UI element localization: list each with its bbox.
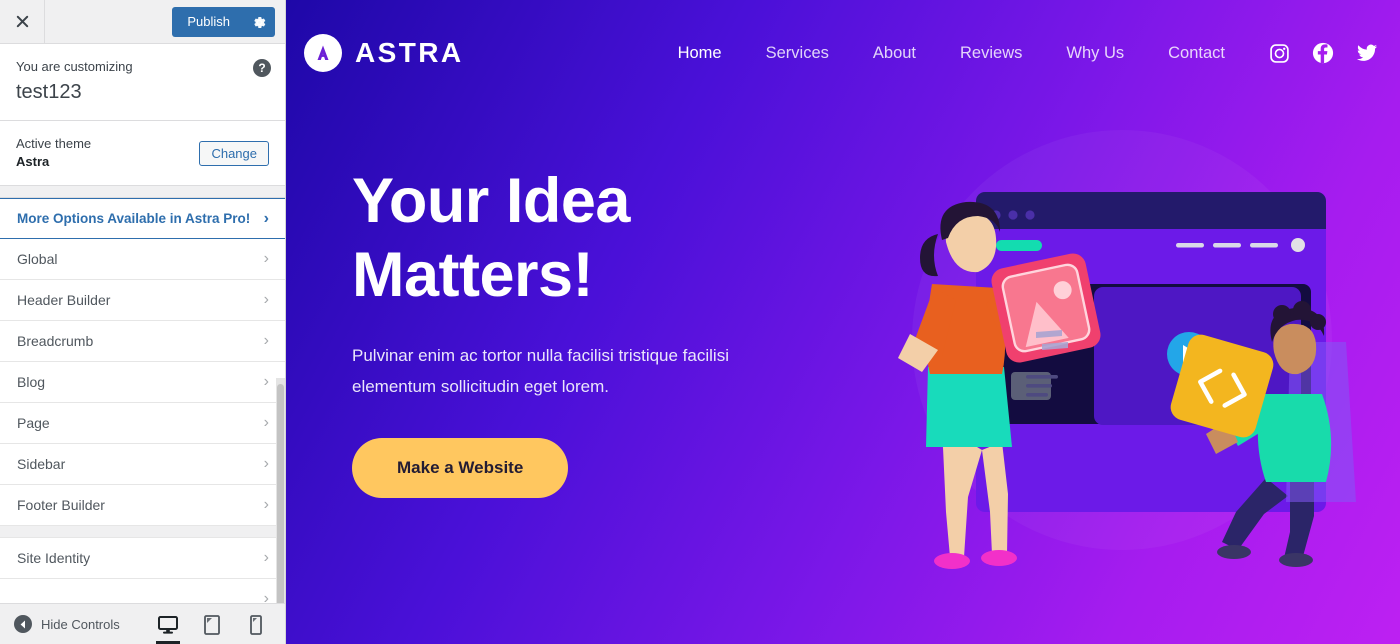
sidebar-item-blog[interactable]: Blog › <box>0 362 285 403</box>
sidebar-item-label: Header Builder <box>17 292 111 308</box>
hero-copy: Your Idea Matters! Pulvinar enim ac tort… <box>352 106 822 498</box>
device-desktop-button[interactable] <box>155 604 181 644</box>
change-theme-button[interactable]: Change <box>199 140 269 166</box>
customizing-label: You are customizing <box>16 59 133 74</box>
device-mobile-button[interactable] <box>243 604 269 644</box>
sidebar-item-more-options-available-in-astra-pro[interactable]: More Options Available in Astra Pro! › <box>0 198 285 239</box>
publish-group: Publish <box>172 7 275 37</box>
chevron-right-icon: › <box>263 250 269 267</box>
hero-section: Your Idea Matters! Pulvinar enim ac tort… <box>286 106 1400 569</box>
close-icon <box>16 15 28 28</box>
team-building-website-illustration <box>886 42 1400 602</box>
social-links <box>1269 42 1386 64</box>
sidebar-item-header-builder[interactable]: Header Builder › <box>0 280 285 321</box>
site-preview: ASTRA Home Services About Reviews Why Us Cont… <box>286 0 1400 644</box>
nav-link-about[interactable]: About <box>851 45 938 62</box>
nav-link-reviews[interactable]: Reviews <box>938 45 1044 62</box>
sidebar-item-partial[interactable]: Menus › <box>0 579 285 603</box>
chevron-right-icon: › <box>263 332 269 349</box>
nav-link-why-us[interactable]: Why Us <box>1044 45 1146 62</box>
panel-group-divider <box>0 526 285 538</box>
site-header: ASTRA Home Services About Reviews Why Us Cont… <box>286 0 1400 106</box>
site-title: test123 <box>16 81 82 103</box>
sidebar-item-page[interactable]: Page › <box>0 403 285 444</box>
nav-link-home[interactable]: Home <box>656 45 744 62</box>
chevron-right-icon: › <box>263 209 269 227</box>
sidebar-item-sidebar[interactable]: Sidebar › <box>0 444 285 485</box>
chevron-right-icon: › <box>263 590 269 604</box>
customizer-footer: Hide Controls <box>0 603 285 644</box>
chevron-right-icon: › <box>263 496 269 513</box>
desktop-icon <box>158 615 178 634</box>
nav-link-contact[interactable]: Contact <box>1146 45 1247 62</box>
sidebar-item-label: Global <box>17 251 58 267</box>
tablet-icon <box>204 614 220 635</box>
active-theme-row: Active theme Astra Change <box>0 121 285 186</box>
site-nav: Home Services About Reviews Why Us Contact <box>656 42 1386 64</box>
customizer-screen: Publish You are customizing test123 ? Ac… <box>0 0 1400 644</box>
customizer-topbar: Publish <box>0 0 285 44</box>
sidebar-item-label: More Options Available in Astra Pro! <box>17 211 251 226</box>
hero-title-line1: Your Idea <box>352 166 630 236</box>
chevron-right-icon: › <box>263 455 269 472</box>
device-preview-switcher <box>155 604 277 644</box>
customizing-info: You are customizing test123 ? <box>0 44 285 121</box>
help-icon[interactable]: ? <box>253 59 271 77</box>
sidebar-item-global[interactable]: Global › <box>0 239 285 280</box>
customizer-sidebar: Publish You are customizing test123 ? Ac… <box>0 0 286 644</box>
sidebar-scrollbar[interactable] <box>276 378 285 603</box>
chevron-right-icon: › <box>263 373 269 390</box>
hide-controls-button[interactable]: Hide Controls <box>0 615 120 633</box>
chevron-right-icon: › <box>263 414 269 431</box>
sidebar-item-label: Site Identity <box>17 550 91 566</box>
chevron-right-icon: › <box>263 549 269 566</box>
publish-button[interactable]: Publish <box>172 7 243 37</box>
sidebar-item-footer-builder[interactable]: Footer Builder › <box>0 485 285 526</box>
customizer-panel-list: More Options Available in Astra Pro! › Glo… <box>0 198 285 603</box>
device-tablet-button[interactable] <box>199 604 225 644</box>
hide-controls-label: Hide Controls <box>41 616 120 632</box>
gear-icon <box>253 16 265 28</box>
sidebar-item-site-identity[interactable]: Site Identity › <box>0 538 285 579</box>
twitter-icon[interactable] <box>1356 42 1378 64</box>
hero-title-line2: Matters! <box>352 240 594 310</box>
sidebar-item-label: Footer Builder <box>17 497 105 513</box>
collapse-left-icon <box>14 615 32 633</box>
astra-logo-icon <box>304 34 342 72</box>
publish-settings-button[interactable] <box>243 7 275 37</box>
sidebar-item-label: Sidebar <box>17 456 66 472</box>
active-theme-name: Astra <box>16 154 50 169</box>
facebook-icon[interactable] <box>1312 42 1334 64</box>
hero-title: Your Idea Matters! <box>352 164 822 312</box>
instagram-icon[interactable] <box>1269 43 1290 64</box>
site-brand-text: ASTRA <box>355 37 464 68</box>
active-theme-label: Active theme <box>16 136 92 151</box>
chevron-right-icon: › <box>263 291 269 308</box>
close-customizer-button[interactable] <box>0 0 45 43</box>
sidebar-item-breadcrumb[interactable]: Breadcrumb › <box>0 321 285 362</box>
nav-link-services[interactable]: Services <box>744 45 851 62</box>
sidebar-scrollbar-thumb[interactable] <box>277 384 284 603</box>
sidebar-item-label: Breadcrumb <box>17 333 94 349</box>
sidebar-item-label: Blog <box>17 374 46 390</box>
hero-subtitle: Pulvinar enim ac tortor nulla facilisi t… <box>352 346 729 396</box>
make-a-website-button[interactable]: Make a Website <box>352 438 569 498</box>
mobile-icon <box>250 614 262 635</box>
sidebar-item-label: Page <box>17 415 50 431</box>
site-brand[interactable]: ASTRA <box>304 34 463 72</box>
section-divider <box>0 186 285 198</box>
